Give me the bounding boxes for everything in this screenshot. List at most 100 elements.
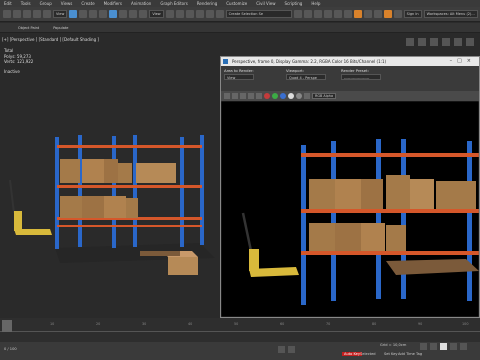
motion-panel-icon[interactable] (442, 38, 450, 46)
named-selection-set-dropdown[interactable]: Create Selection Se (225, 10, 292, 18)
menu-group[interactable]: Group (40, 0, 52, 7)
link-icon[interactable] (23, 10, 31, 18)
curve-editor-icon[interactable] (333, 10, 342, 18)
area-to-render-dropdown[interactable]: View (224, 74, 254, 80)
rendered-frame-window-icon[interactable] (373, 10, 382, 18)
previous-frame-icon[interactable] (430, 343, 437, 350)
key-mode-dropdown[interactable]: Selected (360, 352, 376, 356)
timeline-slider[interactable]: 0 10 20 30 40 50 60 70 80 90 100 (0, 318, 480, 342)
render-rack-upright-4 (401, 139, 406, 299)
select-object-icon[interactable] (69, 10, 78, 18)
copy-image-icon[interactable] (232, 93, 238, 99)
render-production-icon[interactable] (383, 10, 392, 18)
angle-snap-icon[interactable] (185, 10, 194, 18)
menu-views[interactable]: Views (61, 0, 73, 7)
frame-window-titlebar: Perspective, frame 0, Display Gamma: 2.2… (221, 57, 479, 66)
save-image-icon[interactable] (224, 93, 230, 99)
scene-explorer-icon[interactable] (323, 10, 332, 18)
render-rack-upright-5 (467, 141, 472, 301)
align-icon[interactable] (303, 10, 312, 18)
modify-panel-icon[interactable] (418, 38, 426, 46)
coordinate-system-dropdown[interactable]: View (149, 10, 164, 18)
menu-customize[interactable]: Customize (226, 0, 247, 7)
hierarchy-panel-icon[interactable] (430, 38, 438, 46)
viewport-select-dropdown[interactable]: Quad 4 - Perspe (286, 74, 326, 80)
select-by-name-icon[interactable] (79, 10, 88, 18)
utilities-panel-icon[interactable] (466, 38, 474, 46)
selection-filter-dropdown[interactable]: View (53, 10, 68, 18)
floor-pallet (140, 251, 180, 256)
menu-tools[interactable]: Tools (21, 0, 31, 7)
selection-lock-icon[interactable] (288, 346, 295, 353)
go-to-end-icon[interactable] (460, 343, 467, 350)
user-signin-dropdown[interactable]: Sign In (403, 10, 422, 18)
minimize-icon[interactable]: – (450, 58, 458, 64)
green-channel-icon[interactable] (272, 93, 278, 99)
layer-explorer-icon[interactable] (313, 10, 322, 18)
monochrome-icon[interactable] (296, 93, 302, 99)
time-slider-handle[interactable] (2, 320, 12, 332)
menu-modifiers[interactable]: Modifiers (104, 0, 122, 7)
box-lower-4 (126, 198, 138, 218)
menu-animation[interactable]: Animation (131, 0, 151, 7)
set-key-button[interactable]: Set Key (384, 352, 398, 356)
swatch-icon[interactable] (304, 93, 310, 99)
schematic-view-icon[interactable] (343, 10, 352, 18)
pallet-jack-body (14, 211, 22, 231)
material-editor-icon[interactable] (353, 10, 362, 18)
mirror-icon[interactable] (293, 10, 302, 18)
ribbon-tab-populate[interactable]: Populate (53, 23, 68, 32)
clone-window-icon[interactable] (240, 93, 246, 99)
go-to-start-icon[interactable] (420, 343, 427, 350)
rendered-frame-window: Perspective, frame 0, Display Gamma: 2.2… (220, 56, 480, 318)
channel-display-dropdown[interactable]: RGB Alpha (312, 93, 337, 99)
play-icon[interactable] (440, 343, 447, 350)
render-box-lower-2 (335, 223, 361, 251)
display-panel-icon[interactable] (454, 38, 462, 46)
timeline-track (0, 331, 480, 332)
spinner-snap-icon[interactable] (205, 10, 214, 18)
region-select-icon[interactable] (89, 10, 98, 18)
render-box-lower-1 (309, 223, 335, 251)
edit-named-selection-icon[interactable] (215, 10, 224, 18)
pivot-icon[interactable] (165, 10, 174, 18)
redo-icon[interactable] (13, 10, 21, 18)
placement-icon[interactable] (139, 10, 148, 18)
create-panel-icon[interactable] (406, 38, 414, 46)
render-iterative-icon[interactable] (393, 10, 402, 18)
rotate-icon[interactable] (119, 10, 128, 18)
blue-channel-icon[interactable] (280, 93, 286, 99)
viewport-scene (9, 135, 215, 275)
snap-icon[interactable] (175, 10, 184, 18)
tick-90: 90 (418, 322, 423, 326)
close-icon[interactable]: × (467, 58, 476, 64)
move-icon[interactable] (109, 10, 118, 18)
menu-create[interactable]: Create (81, 0, 94, 7)
render-setup-icon[interactable] (363, 10, 372, 18)
next-frame-icon[interactable] (450, 343, 457, 350)
undo-icon[interactable] (3, 10, 11, 18)
menu-rendering[interactable]: Rendering (197, 0, 217, 7)
menu-graph-editors[interactable]: Graph Editors (160, 0, 187, 7)
red-channel-icon[interactable] (264, 93, 270, 99)
ribbon-tab-object-paint[interactable]: Object Paint (18, 23, 39, 32)
alpha-channel-icon[interactable] (288, 93, 294, 99)
clear-image-icon[interactable] (256, 93, 262, 99)
print-image-icon[interactable] (248, 93, 254, 99)
percent-snap-icon[interactable] (195, 10, 204, 18)
menu-scripting[interactable]: Scripting (285, 0, 303, 7)
maximize-icon[interactable]: □ (457, 58, 467, 64)
render-preset-dropdown[interactable]: -------------------- (341, 74, 381, 80)
unlink-icon[interactable] (33, 10, 41, 18)
workspace-dropdown[interactable]: Workspaces: Alt Menu (2)... (423, 10, 478, 18)
menu-bar: Edit Tools Group Views Create Modifiers … (0, 0, 480, 7)
window-crossing-icon[interactable] (99, 10, 108, 18)
menu-civil-view[interactable]: Civil View (256, 0, 275, 7)
add-time-tag[interactable]: Add Time Tag (398, 352, 422, 356)
menu-edit[interactable]: Edit (4, 0, 12, 7)
bind-icon[interactable] (43, 10, 51, 18)
scale-icon[interactable] (129, 10, 138, 18)
isolate-selection-icon[interactable] (278, 346, 285, 353)
menu-help[interactable]: Help (311, 0, 320, 7)
auto-key-button[interactable]: Auto Key (342, 352, 363, 356)
